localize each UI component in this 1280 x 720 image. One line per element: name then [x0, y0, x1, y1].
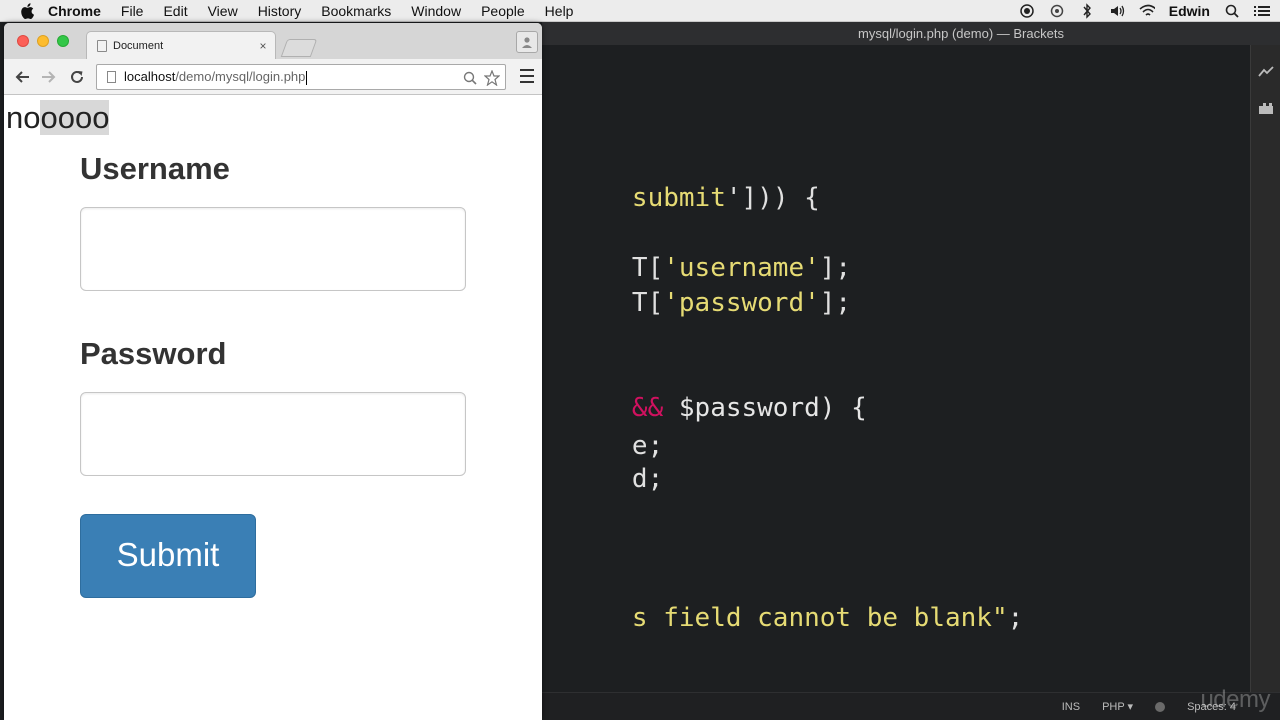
menu-edit[interactable]: Edit — [163, 3, 187, 19]
time-machine-icon[interactable] — [1049, 3, 1065, 19]
reload-icon[interactable] — [68, 68, 86, 86]
debug-text-selected: oooo — [40, 100, 110, 135]
menu-view[interactable]: View — [208, 3, 238, 19]
window-minimize-button[interactable] — [37, 35, 49, 47]
new-tab-button[interactable] — [280, 39, 318, 57]
code-line: T['password']; — [631, 288, 852, 318]
editor-title: mysql/login.php (demo) — Brackets — [858, 26, 1064, 41]
page-icon — [97, 39, 107, 52]
debug-text-prefix: no — [6, 100, 41, 135]
address-bar[interactable]: localhost/demo/mysql/login.php — [96, 64, 506, 90]
menu-history[interactable]: History — [258, 3, 302, 19]
editor-titlebar: mysql/login.php (demo) — Brackets — [542, 22, 1280, 45]
insert-mode-indicator[interactable]: INS — [1062, 701, 1080, 713]
menu-app-chrome[interactable]: Chrome — [48, 3, 101, 19]
page-content: nooooo Username Password Submit — [4, 95, 542, 720]
submit-button[interactable]: Submit — [80, 514, 256, 598]
tab-strip: Document × — [4, 23, 542, 59]
live-preview-icon[interactable] — [1257, 63, 1275, 81]
editor-statusbar: INS PHP ▾ Spaces: 4 — [542, 692, 1280, 720]
menu-bookmarks[interactable]: Bookmarks — [321, 3, 391, 19]
bluetooth-icon[interactable] — [1079, 3, 1095, 19]
username-label: Username — [80, 151, 230, 186]
notification-center-icon[interactable] — [1254, 3, 1270, 19]
tab-close-icon[interactable]: × — [257, 39, 269, 53]
udemy-watermark: udemy — [1200, 686, 1270, 713]
editor-toolbar-right — [1250, 45, 1280, 713]
linter-status-icon[interactable] — [1155, 701, 1166, 712]
window-zoom-button[interactable] — [57, 35, 69, 47]
password-label: Password — [80, 336, 227, 371]
apple-icon[interactable] — [20, 2, 34, 19]
brackets-editor-window: mysql/login.php (demo) — Brackets submit… — [542, 22, 1280, 720]
menu-people[interactable]: People — [481, 3, 525, 19]
record-icon[interactable] — [1019, 3, 1035, 19]
tab-document[interactable]: Document × — [86, 31, 276, 59]
language-selector[interactable]: PHP ▾ — [1102, 700, 1133, 713]
menu-window[interactable]: Window — [411, 3, 461, 19]
menu-help[interactable]: Help — [545, 3, 574, 19]
text-caret — [306, 70, 308, 85]
window-close-button[interactable] — [17, 35, 29, 47]
menu-file[interactable]: File — [121, 3, 144, 19]
extension-manager-icon[interactable] — [1257, 99, 1275, 117]
code-line: s field cannot be blank"; — [631, 603, 1024, 633]
bookmark-star-icon[interactable] — [484, 70, 500, 86]
volume-icon[interactable] — [1109, 3, 1125, 19]
forward-arrow-icon[interactable] — [40, 68, 58, 86]
spotlight-search-icon[interactable] — [1224, 3, 1240, 19]
wifi-icon[interactable] — [1139, 3, 1155, 19]
url-host: localhost — [124, 69, 176, 84]
password-field[interactable] — [80, 392, 466, 476]
browser-toolbar: localhost/demo/mysql/login.php — [4, 59, 542, 95]
tab-title: Document — [113, 39, 164, 52]
url-path: /demo/mysql/login.php — [175, 69, 306, 84]
zoom-icon[interactable] — [462, 70, 478, 86]
code-area[interactable]: submit'])) { T['username']; T['password'… — [538, 45, 1248, 713]
page-icon — [107, 71, 116, 83]
back-arrow-icon[interactable] — [13, 68, 31, 86]
chrome-window: Document × localhost/demo/mysql/login.ph… — [4, 23, 542, 720]
chrome-menu-icon[interactable] — [520, 69, 534, 83]
profile-icon[interactable] — [516, 31, 538, 53]
debug-output: nooooo — [6, 100, 110, 136]
menubar-user[interactable]: Edwin — [1169, 3, 1210, 19]
code-line: d; — [631, 464, 664, 494]
menubar: Chrome File Edit View History Bookmarks … — [0, 0, 1280, 22]
username-field[interactable] — [80, 207, 466, 291]
